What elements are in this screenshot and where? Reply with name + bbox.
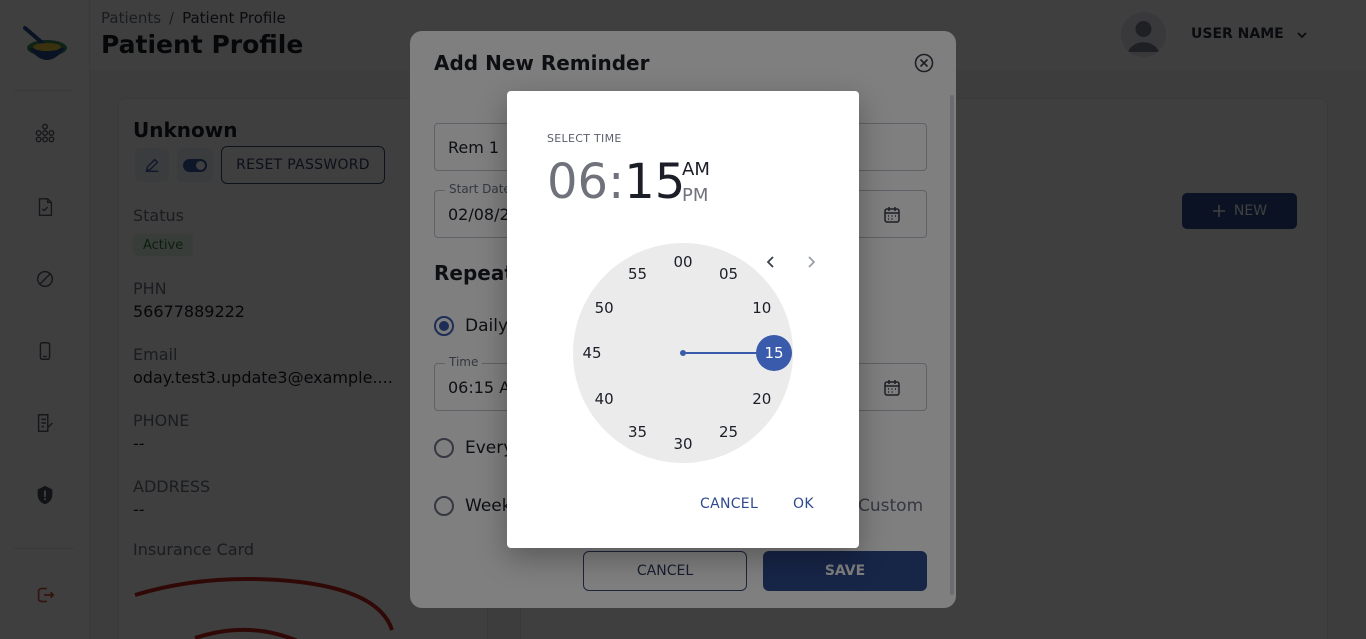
dial-number-10[interactable]: 10 [747, 298, 777, 318]
time-colon: : [608, 154, 625, 210]
dial-number-25[interactable]: 25 [714, 422, 744, 442]
chevron-right-icon[interactable] [802, 253, 820, 271]
minute-display[interactable]: 15 [624, 153, 685, 211]
dial-number-40[interactable]: 40 [589, 389, 619, 409]
dial-number-45[interactable]: 45 [577, 343, 607, 363]
hour-display[interactable]: 06 [547, 153, 608, 211]
dial-number-55[interactable]: 55 [623, 264, 653, 284]
time-picker-dialog: SELECT TIME 06 : 15 AM PM 15 00 05 10 20 25 3… [507, 91, 859, 548]
selected-minute[interactable]: 15 [756, 335, 792, 371]
dial-number-00[interactable]: 00 [668, 252, 698, 272]
select-time-label: SELECT TIME [547, 132, 622, 145]
dial-number-20[interactable]: 20 [747, 389, 777, 409]
clock-center [680, 350, 686, 356]
time-display: 06 : 15 [547, 153, 685, 211]
chevron-left-icon[interactable] [762, 253, 780, 271]
clock-dial[interactable]: 15 00 05 10 20 25 30 35 40 45 50 55 [573, 243, 793, 463]
dial-number-30[interactable]: 30 [668, 434, 698, 454]
picker-ok-button[interactable]: OK [793, 496, 814, 512]
dial-number-35[interactable]: 35 [623, 422, 653, 442]
am-toggle[interactable]: AM [682, 159, 710, 180]
pm-toggle[interactable]: PM [682, 185, 708, 206]
dial-number-05[interactable]: 05 [714, 264, 744, 284]
picker-cancel-button[interactable]: CANCEL [700, 496, 758, 512]
dial-number-50[interactable]: 50 [589, 298, 619, 318]
